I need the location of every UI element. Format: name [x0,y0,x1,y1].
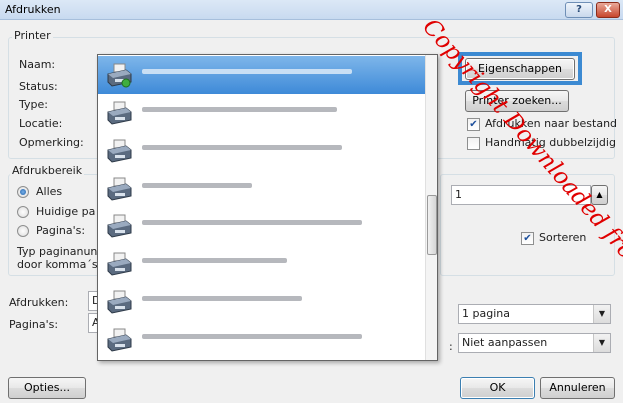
printer-name-redacted [142,296,302,301]
printer-icon [107,290,132,314]
comment-label: Opmerking: [19,136,84,149]
range-group-label: Afdrukbereik [10,164,85,177]
range-hint-line1: Typ paginanun [17,245,98,258]
collate-checkbox[interactable]: ✔ [521,232,534,245]
pages-per-sheet-value: 1 pagina [462,307,510,320]
range-current-page-label: Huidige pa [36,205,96,218]
printer-list-item[interactable] [98,321,426,359]
range-pages-label: Pagina's: [36,224,86,237]
title-bar: Afdrukken ? X [0,0,623,20]
range-hint-line2: door komma´s [17,258,98,271]
printer-name-redacted [142,334,362,339]
range-all-radio[interactable] [17,186,29,198]
printer-icon [107,139,132,163]
network-printer-icon [107,63,132,88]
pages-label: Pagina's: [9,318,59,331]
range-current-page-radio[interactable] [17,206,29,218]
printer-dropdown-list[interactable] [97,54,438,361]
status-label: Status: [19,80,58,93]
printer-name-redacted [142,258,287,263]
printer-icon [107,214,132,238]
options-button[interactable]: Opties... [8,377,86,399]
chevron-down-icon[interactable]: ▼ [593,305,610,323]
printer-list-item[interactable] [98,283,426,321]
pages-per-sheet-combo[interactable]: 1 pagina ▼ [458,304,611,324]
help-button[interactable]: ? [565,2,593,18]
ok-button[interactable]: OK [460,377,535,399]
printer-list-item[interactable] [98,170,426,208]
printer-name-redacted [142,145,342,150]
printer-list-item[interactable] [98,56,426,94]
chevron-down-icon[interactable]: ▼ [593,334,610,352]
printer-name-redacted [142,220,362,225]
cancel-button[interactable]: Annuleren [540,377,615,399]
scrollbar-thumb[interactable] [427,195,437,255]
name-label: Naam: [19,58,56,71]
printer-list-item[interactable] [98,245,426,283]
printer-name-redacted [142,69,352,74]
dropdown-scrollbar[interactable] [425,55,437,360]
range-pages-radio[interactable] [17,225,29,237]
close-button[interactable]: X [596,2,620,18]
printer-name-redacted [142,183,252,188]
manual-duplex-checkbox[interactable] [467,137,480,150]
scale-colon: : [449,340,453,353]
range-all-label: Alles [36,185,63,198]
collate-label: Sorteren [539,231,587,244]
printer-list-item[interactable] [98,94,426,132]
printer-group-label: Printer [12,29,53,42]
type-label: Type: [19,98,48,111]
window-title: Afdrukken [5,3,61,16]
print-what-label: Afdrukken: [9,296,69,309]
printer-name-redacted [142,107,337,112]
scale-combo[interactable]: Niet aanpassen ▼ [458,333,611,353]
printer-icon [107,101,132,125]
printer-icon [107,328,132,352]
printer-icon [107,252,132,276]
location-label: Locatie: [19,117,63,130]
printer-list-item[interactable] [98,207,426,245]
print-to-file-checkbox[interactable]: ✔ [467,118,480,131]
printer-icon [107,177,132,201]
scale-value: Niet aanpassen [462,336,548,349]
printer-list-item[interactable] [98,132,426,170]
copies-value: 1 [455,188,462,201]
